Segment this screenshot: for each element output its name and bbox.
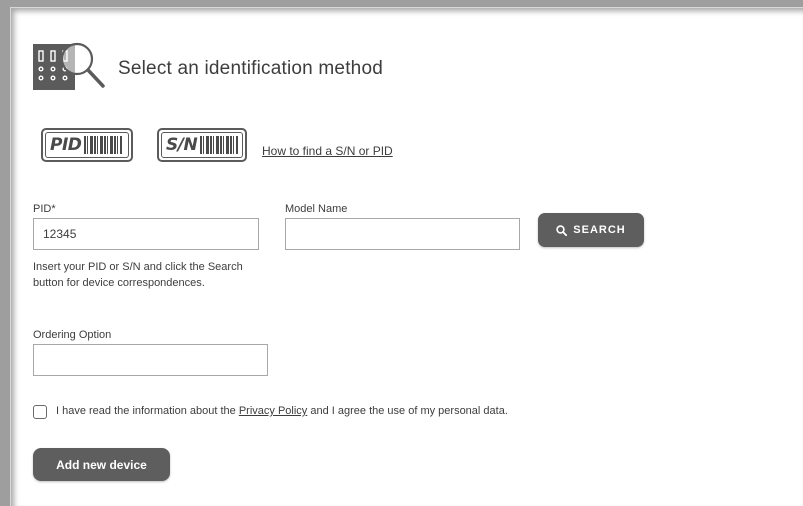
barcode-icon	[84, 136, 123, 154]
search-button-label: SEARCH	[573, 224, 626, 236]
barcode-icon	[200, 136, 239, 154]
pid-input[interactable]	[33, 218, 259, 250]
search-hint: Insert your PID or S/N and click the Sea…	[33, 261, 243, 289]
pid-label: PID*	[33, 203, 56, 215]
consent-text-before: I have read the information about the	[56, 405, 239, 417]
sn-method-button[interactable]: S/N	[157, 128, 247, 162]
consent-text-after: and I agree the use of my personal data.	[307, 405, 508, 417]
privacy-policy-link[interactable]: Privacy Policy	[239, 405, 307, 417]
search-button[interactable]: SEARCH	[538, 213, 644, 247]
pid-badge-label: PID	[50, 135, 82, 155]
ordering-option-label: Ordering Option	[33, 329, 112, 341]
page-content	[10, 7, 803, 506]
pid-method-button[interactable]: PID	[41, 128, 133, 162]
page-title: Select an identification method	[118, 58, 383, 79]
model-name-label: Model Name	[285, 203, 348, 215]
model-name-input[interactable]	[285, 218, 520, 250]
how-to-find-link[interactable]: How to find a S/N or PID	[262, 144, 393, 158]
search-icon	[556, 224, 568, 236]
sn-badge-label: S/N	[166, 135, 198, 155]
add-new-device-button[interactable]: Add new device	[33, 448, 170, 481]
ordering-option-input[interactable]	[33, 344, 268, 376]
privacy-consent-checkbox[interactable]	[33, 405, 47, 419]
device-search-icon	[33, 40, 105, 92]
privacy-consent-text: I have read the information about the Pr…	[56, 405, 508, 417]
add-new-device-label: Add new device	[56, 457, 147, 472]
